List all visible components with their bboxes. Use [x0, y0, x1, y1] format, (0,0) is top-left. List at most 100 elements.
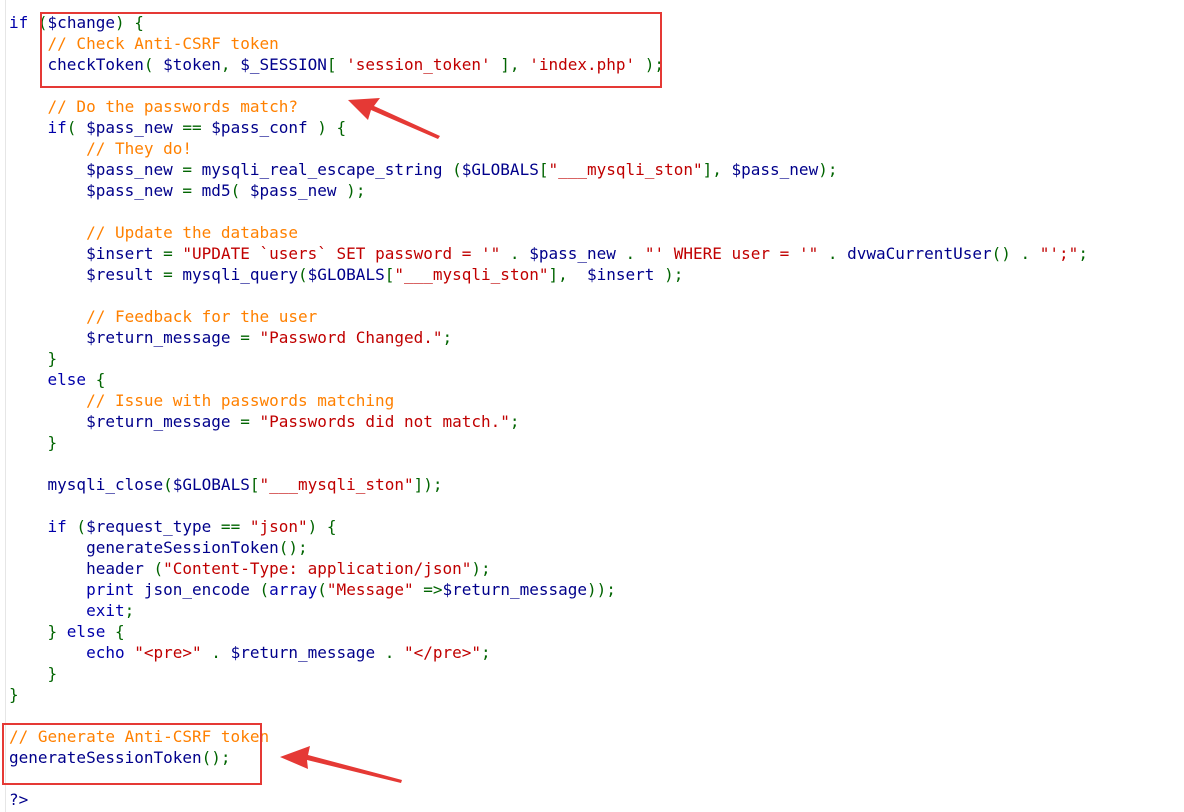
code-token: $return_message [230, 643, 376, 662]
code-line: $pass_new = mysqli_real_escape_string ($… [9, 159, 1088, 180]
code-token: // Feedback for the user [9, 307, 318, 326]
code-token: exit [9, 601, 125, 620]
code-token: $pass_new [249, 181, 337, 200]
code-token: } [9, 433, 58, 452]
code-token: ( [66, 118, 87, 137]
code-token: = [172, 160, 202, 179]
code-line: if ($request_type == "json") { [9, 516, 1088, 537]
code-token: ; [509, 412, 520, 431]
code-token: mysqli_close [9, 475, 164, 494]
code-token: $result [9, 265, 154, 284]
editor-gutter-line [5, 0, 6, 812]
code-token: ; [1078, 244, 1088, 263]
code-token: // Issue with passwords matching [9, 391, 395, 410]
code-token: ], [702, 160, 732, 179]
code-token: = [230, 412, 260, 431]
code-token: "Message" [326, 580, 414, 599]
code-token: "Content-Type: application/json" [163, 559, 472, 578]
code-token: $GLOBALS [172, 475, 250, 494]
code-line: // Update the database [9, 222, 1088, 243]
code-token: () . [991, 244, 1040, 263]
code-token: ?> [9, 790, 29, 809]
code-line: generateSessionToken(); [9, 537, 1088, 558]
code-token: "Password Changed." [259, 328, 443, 347]
code-line: // Do the passwords match? [9, 96, 1088, 117]
code-token: } [9, 664, 58, 683]
code-token: print [9, 580, 135, 599]
code-token: generateSessionToken [9, 538, 279, 557]
code-token: json_encode [143, 580, 250, 599]
code-token: $GLOBALS [307, 265, 385, 284]
red-arrow-icon [348, 98, 440, 139]
code-line: $return_message = "Password Changed."; [9, 327, 1088, 348]
code-token: ( [249, 580, 270, 599]
code-token: . [818, 244, 848, 263]
code-token: "</pre>" [403, 643, 482, 662]
code-token: == [172, 118, 212, 137]
code-token: "UPDATE `users` SET password = '" [182, 244, 501, 263]
code-line: $return_message = "Passwords did not mat… [9, 411, 1088, 432]
code-token: $pass_new [86, 118, 173, 137]
code-token: ); [471, 559, 491, 578]
code-token: "' WHERE user = '" [644, 244, 819, 263]
code-token: // They do! [9, 139, 193, 158]
code-token: "';" [1039, 244, 1079, 263]
code-token: => [413, 580, 443, 599]
code-line: } [9, 348, 1088, 369]
code-token: (); [278, 538, 308, 557]
code-token: $request_type [86, 517, 212, 536]
code-line: } [9, 663, 1088, 684]
code-token: array [269, 580, 318, 599]
code-token: $pass_conf [211, 118, 308, 137]
code-token: if [9, 118, 67, 137]
code-line: // Feedback for the user [9, 306, 1088, 327]
code-token: if [9, 13, 38, 32]
code-token: { [105, 622, 125, 641]
code-editor[interactable]: if ($change) { // Check Anti-CSRF token … [9, 12, 1088, 810]
code-token: ( [317, 580, 327, 599]
code-token: = [153, 244, 183, 263]
code-token: $return_message [9, 412, 231, 431]
code-token: ( [66, 517, 87, 536]
code-token: } [9, 622, 67, 641]
code-token: "<pre>" [134, 643, 202, 662]
code-token: "Passwords did not match." [259, 412, 510, 431]
code-token: mysqli_real_escape_string [201, 160, 443, 179]
code-token: ]); [413, 475, 443, 494]
code-token: "___mysqli_ston" [259, 475, 414, 494]
code-token: ( [442, 160, 462, 179]
code-token: header [9, 559, 144, 578]
code-token: else [66, 622, 106, 641]
red-arrow-icon [280, 746, 402, 783]
code-line: print json_encode (array("Message" =>$re… [9, 579, 1088, 600]
generate-token-highlight-box [2, 723, 262, 785]
code-token: "___mysqli_ston" [394, 265, 549, 284]
code-token: } [9, 685, 19, 704]
code-token: ); [654, 265, 684, 284]
code-token: ); [336, 181, 366, 200]
code-token: $return_message [442, 580, 588, 599]
code-line: mysqli_close($GLOBALS["___mysqli_ston"])… [9, 474, 1088, 495]
code-token: == [211, 517, 250, 536]
code-token: = [172, 181, 202, 200]
code-token: "___mysqli_ston" [548, 160, 703, 179]
code-token: ( [298, 265, 308, 284]
code-line: $pass_new = md5( $pass_new ); [9, 180, 1088, 201]
code-line: $result = mysqli_query($GLOBALS["___mysq… [9, 264, 1088, 285]
code-token: { [86, 370, 106, 389]
code-token: mysqli_query [182, 265, 298, 284]
code-token: $GLOBALS [461, 160, 539, 179]
code-token: dvwaCurrentUser [847, 244, 992, 263]
code-token: ( [163, 475, 173, 494]
code-token: ) { [307, 517, 337, 536]
code-line: } [9, 684, 1088, 705]
code-token: if [9, 517, 67, 536]
code-token: ; [442, 328, 453, 347]
code-token: } [9, 349, 58, 368]
code-token: ( [143, 559, 164, 578]
